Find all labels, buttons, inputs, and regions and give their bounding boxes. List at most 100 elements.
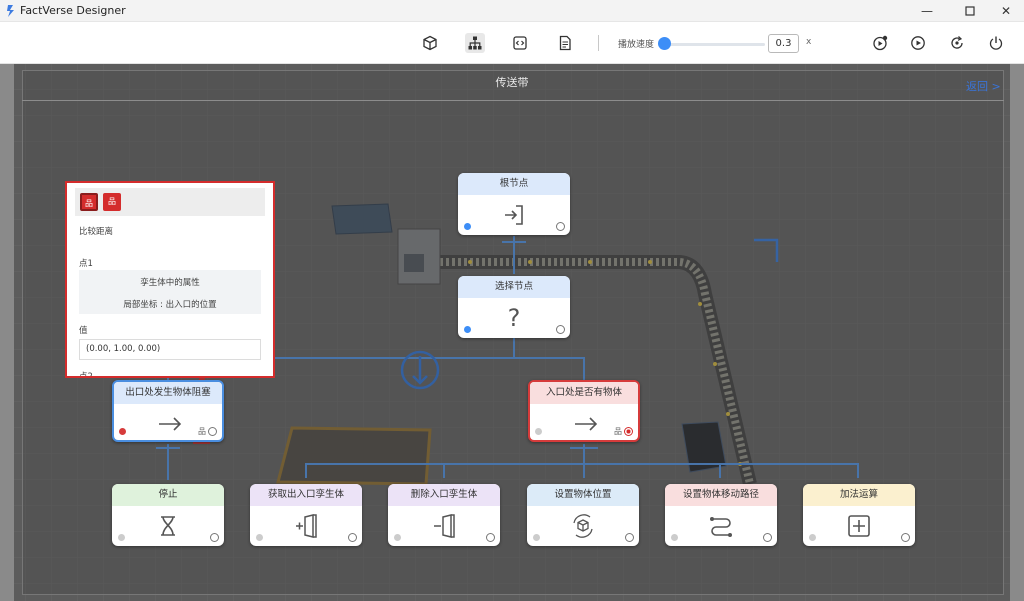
point1-line1: 孪生体中的属性 — [140, 278, 200, 288]
app-logo-icon — [7, 5, 14, 17]
node-outlet-blocked-port[interactable] — [208, 427, 217, 436]
node-inlet-has-object-port[interactable] — [624, 427, 633, 436]
node-outlet-blocked-label: 出口处发生物体阻塞 — [114, 382, 222, 404]
door-remove-icon — [434, 514, 455, 538]
play-record-button[interactable] — [870, 33, 890, 53]
toolbar-separator — [598, 35, 599, 51]
node-root-body — [458, 195, 570, 235]
maximize-icon — [965, 6, 975, 16]
reset-icon — [951, 36, 963, 49]
node-root-status-dot — [464, 223, 471, 230]
point1-box[interactable]: 孪生体中的属性 局部坐标 : 出入口的位置 — [79, 270, 261, 314]
node-inlet-has-object-body — [530, 404, 638, 440]
node-set-path-label: 设置物体移动路径 — [665, 484, 777, 506]
node-select[interactable]: 选择节点 ? — [458, 276, 570, 338]
node-set-path-body — [665, 506, 777, 546]
point2-label: 点2 — [79, 372, 93, 378]
cube-view-button[interactable] — [420, 33, 440, 53]
properties-tab-bar: 品 品 — [75, 188, 265, 216]
speed-label: 播放速度 — [618, 40, 655, 50]
tree-icon[interactable]: 品 — [198, 426, 206, 437]
node-inlet-has-object-label: 入口处是否有物体 — [530, 382, 638, 404]
arrow-right-icon — [159, 417, 182, 431]
play-button[interactable] — [908, 33, 928, 53]
node-add-op-status-dot — [809, 534, 816, 541]
node-select-port[interactable] — [556, 325, 565, 334]
node-add-op-port[interactable] — [901, 533, 910, 542]
play-record-icon — [873, 35, 888, 51]
node-stop[interactable]: 停止 — [112, 484, 224, 546]
point1-label: 点1 — [79, 259, 93, 269]
hourglass-icon — [161, 516, 175, 536]
node-set-path-port[interactable] — [763, 533, 772, 542]
node-set-position-body — [527, 506, 639, 546]
node-delete-twin-status-dot — [394, 534, 401, 541]
power-icon — [989, 36, 1003, 50]
speed-value-input[interactable]: 0.3 — [768, 34, 799, 53]
node-inlet-has-object-status-dot — [535, 428, 542, 435]
arrow-right-icon — [575, 417, 598, 431]
reset-button[interactable] — [947, 33, 967, 53]
document-icon — [559, 35, 571, 51]
node-select-status-dot — [464, 326, 471, 333]
tree-icon[interactable]: 品 — [80, 193, 98, 211]
node-add-op[interactable]: 加法运算 — [803, 484, 915, 546]
node-stop-label: 停止 — [112, 484, 224, 506]
node-stop-status-dot — [118, 534, 125, 541]
play-icon — [911, 36, 925, 50]
node-delete-twin-port[interactable] — [486, 533, 495, 542]
enter-icon — [505, 205, 523, 225]
node-outlet-blocked-body — [114, 404, 222, 440]
properties-title: 比较距离 — [79, 227, 114, 237]
question-icon: ? — [507, 304, 521, 332]
node-set-position-port[interactable] — [625, 533, 634, 542]
node-outlet-blocked[interactable]: 出口处发生物体阻塞 品 — [112, 380, 224, 442]
node-set-position-label: 设置物体位置 — [527, 484, 639, 506]
tree-icon[interactable]: 品 — [614, 426, 622, 437]
node-outlet-blocked-status-dot — [119, 428, 126, 435]
node-delete-twin[interactable]: 删除入口孪生体 — [388, 484, 500, 546]
plus-box-icon — [848, 515, 870, 537]
speed-slider-handle[interactable] — [658, 37, 671, 50]
node-add-op-label: 加法运算 — [803, 484, 915, 506]
code-icon — [513, 36, 527, 50]
toolbar: 播放速度 0.3 x — [0, 22, 1024, 64]
node-set-path-status-dot — [671, 534, 678, 541]
power-button[interactable] — [986, 33, 1006, 53]
node-get-twin-body — [250, 506, 362, 546]
minimize-icon: — — [921, 4, 933, 18]
node-get-twin-label: 获取出入口孪生体 — [250, 484, 362, 506]
node-root-port[interactable] — [556, 222, 565, 231]
speed-unit: x — [806, 37, 812, 47]
tree-icon[interactable]: 品 — [103, 193, 121, 211]
node-root-label: 根节点 — [458, 173, 570, 195]
node-get-twin[interactable]: 获取出入口孪生体 — [250, 484, 362, 546]
minimize-button[interactable]: — — [905, 0, 949, 22]
node-delete-twin-body — [388, 506, 500, 546]
scene-viewport[interactable]: 传送带 返回 > 根节点 选择节点 ? 出口处发生物体阻塞 品 入口处是否有物体 — [0, 64, 1024, 601]
node-delete-twin-label: 删除入口孪生体 — [388, 484, 500, 506]
node-select-label: 选择节点 — [458, 276, 570, 298]
point1-line2: 局部坐标 : 出入口的位置 — [123, 300, 217, 310]
code-view-button[interactable] — [510, 33, 530, 53]
node-root[interactable]: 根节点 — [458, 173, 570, 235]
node-stop-body — [112, 506, 224, 546]
document-view-button[interactable] — [555, 33, 575, 53]
speed-slider-track[interactable] — [665, 43, 765, 46]
value-input[interactable]: (0.00, 1.00, 0.00) — [79, 339, 261, 360]
hierarchy-view-button[interactable] — [465, 33, 485, 53]
route-icon — [710, 517, 732, 537]
close-button[interactable]: ✕ — [984, 0, 1024, 22]
title-bar: FactVerse Designer — ✕ — [0, 0, 1024, 22]
node-get-twin-port[interactable] — [348, 533, 357, 542]
node-set-path[interactable]: 设置物体移动路径 — [665, 484, 777, 546]
back-link[interactable]: 返回 > — [966, 78, 1001, 94]
node-inlet-has-object[interactable]: 入口处是否有物体 品 — [528, 380, 640, 442]
node-set-position[interactable]: 设置物体位置 — [527, 484, 639, 546]
node-select-body: ? — [458, 298, 570, 338]
hierarchy-icon — [468, 36, 482, 50]
node-set-position-status-dot — [533, 534, 540, 541]
cube-icon — [423, 35, 437, 51]
app-title: FactVerse Designer — [20, 4, 126, 17]
node-stop-port[interactable] — [210, 533, 219, 542]
